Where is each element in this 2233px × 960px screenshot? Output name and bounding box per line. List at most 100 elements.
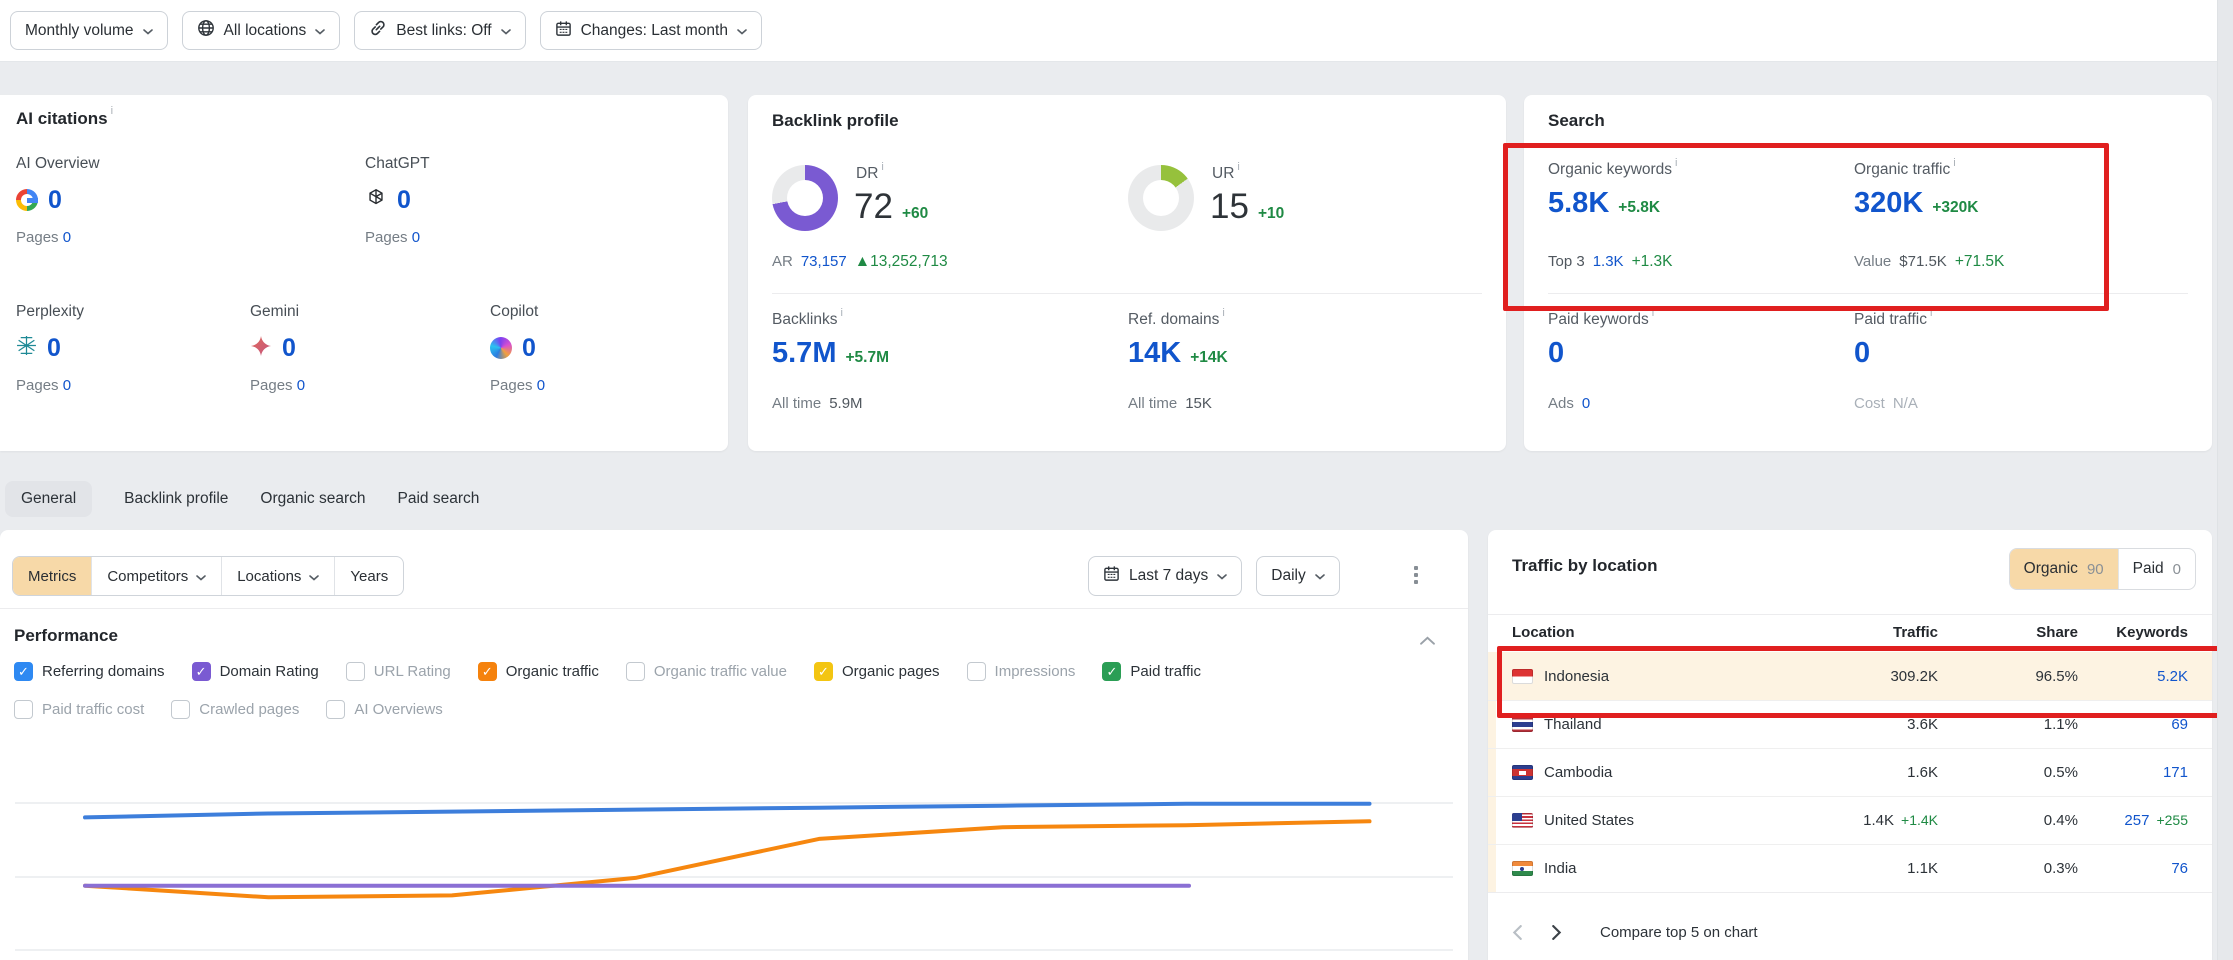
organic-keywords-subline: Top 31.3K+1.3K	[1548, 253, 1673, 271]
traffic-by-location-card: Traffic by location Organic90 Paid0 Loca…	[1488, 530, 2212, 960]
checkbox-paid-traffic-cost[interactable]: Paid traffic cost	[14, 700, 144, 719]
table-row-cambodia[interactable]: Cambodia 1.6K 0.5% 171	[1488, 748, 2212, 796]
compare-top5-label[interactable]: Compare top 5 on chart	[1600, 924, 1758, 941]
keywords-link[interactable]: 76	[2171, 860, 2188, 877]
pages-link[interactable]: 0	[63, 377, 71, 394]
page-next-chevron-right-icon[interactable]	[1552, 925, 1562, 940]
paid-keywords-label: Paid keywordsi	[1548, 311, 1654, 329]
backlinks-value: 5.7M+5.7M	[772, 337, 889, 370]
checkbox-referring-domains[interactable]: ✓Referring domains	[14, 662, 165, 681]
best-links-dropdown[interactable]: Best links: Off	[354, 11, 525, 50]
checkbox-domain-rating[interactable]: ✓Domain Rating	[192, 662, 319, 681]
metric-checkbox-row-1: ✓Referring domains ✓Domain Rating URL Ra…	[14, 662, 1201, 681]
organic-traffic-label: Organic traffici	[1854, 161, 1956, 179]
segment-competitors[interactable]: Competitors	[91, 557, 221, 595]
info-icon[interactable]: i	[840, 307, 842, 319]
vertical-scrollbar[interactable]	[2217, 0, 2233, 960]
info-icon[interactable]: i	[1237, 161, 1239, 173]
checkbox-organic-pages[interactable]: ✓Organic pages	[814, 662, 940, 681]
keywords-link[interactable]: 257	[2124, 812, 2149, 829]
checkbox-organic-traffic[interactable]: ✓Organic traffic	[478, 662, 599, 681]
changes-dropdown[interactable]: Changes: Last month	[540, 11, 762, 50]
tab-backlink-profile[interactable]: Backlink profile	[124, 490, 228, 508]
checkbox-ai-overviews[interactable]: AI Overviews	[326, 700, 442, 719]
copilot-icon	[490, 337, 512, 359]
gemini-metric: Gemini 0 Pages 0	[250, 303, 475, 394]
checkbox-paid-traffic[interactable]: ✓Paid traffic	[1102, 662, 1201, 681]
ref-domains-alltime: All time15K	[1128, 395, 1212, 412]
changes-label: Changes: Last month	[581, 22, 728, 40]
ur-donut	[1128, 165, 1194, 231]
organic-traffic-subline: Value$71.5K+71.5K	[1854, 253, 2004, 271]
ar-line: AR73,157▲13,252,713	[772, 253, 948, 271]
section-tabs: General Backlink profile Organic search …	[5, 478, 479, 520]
segment-metrics[interactable]: Metrics	[13, 557, 91, 595]
best-links-label: Best links: Off	[396, 22, 491, 40]
organic-keywords-value: 5.8K+5.8K	[1548, 187, 1660, 220]
divider	[1548, 293, 2188, 294]
segment-locations[interactable]: Locations	[221, 557, 334, 595]
pages-link[interactable]: 0	[537, 377, 545, 394]
backlinks-label: Backlinksi	[772, 311, 843, 329]
ref-domains-label: Ref. domainsi	[1128, 311, 1225, 329]
page-prev-chevron-left-icon[interactable]	[1512, 925, 1522, 940]
table-row-indonesia[interactable]: Indonesia 309.2K 96.5% 5.2K	[1488, 652, 2212, 700]
info-icon[interactable]: i	[1222, 307, 1224, 319]
pages-link[interactable]: 0	[412, 229, 420, 246]
info-icon[interactable]: i	[111, 105, 113, 117]
monthly-volume-label: Monthly volume	[25, 22, 134, 40]
dashboard: Monthly volume All locations Best links:…	[0, 0, 2233, 960]
perplexity-metric: Perplexity 0 Pages 0	[16, 303, 241, 394]
organic-keywords-label: Organic keywordsi	[1548, 161, 1678, 179]
table-row-thailand[interactable]: Thailand 3.6K 1.1% 69	[1488, 700, 2212, 748]
table-row-india[interactable]: India 1.1K 0.3% 76	[1488, 844, 2212, 892]
checkbox-organic-traffic-value[interactable]: Organic traffic value	[626, 662, 787, 681]
organic-traffic-value: 320K+320K	[1854, 187, 1978, 220]
date-range-dropdown[interactable]: Last 7 days	[1088, 556, 1242, 596]
top3-link[interactable]: 1.3K	[1593, 253, 1624, 270]
date-range-label: Last 7 days	[1129, 567, 1208, 585]
granularity-dropdown[interactable]: Daily	[1256, 556, 1339, 596]
location-table-header: Location Traffic Share Keywords	[1488, 624, 2212, 641]
pages-link[interactable]: 0	[63, 229, 71, 246]
tab-paid-search[interactable]: Paid search	[398, 490, 480, 508]
keywords-link[interactable]: 69	[2171, 716, 2188, 733]
locations-dropdown[interactable]: All locations	[182, 11, 341, 50]
chatgpt-metric: ChatGPT 0 Pages 0	[365, 155, 590, 246]
ar-link[interactable]: 73,157	[801, 253, 847, 270]
info-icon[interactable]: i	[1652, 307, 1654, 319]
more-options-kebab-icon[interactable]	[1406, 560, 1426, 590]
checkbox-impressions[interactable]: Impressions	[967, 662, 1076, 681]
ref-domains-value: 14K+14K	[1128, 337, 1228, 370]
divider	[1488, 614, 2212, 615]
chart-date-controls: Last 7 days Daily	[1088, 556, 1340, 596]
chevron-down-icon	[1217, 567, 1227, 585]
divider	[0, 608, 1468, 609]
info-icon[interactable]: i	[1930, 307, 1932, 319]
toggle-organic[interactable]: Organic90	[2010, 549, 2118, 589]
dr-value: 72+60	[854, 187, 928, 227]
info-icon[interactable]: i	[1953, 157, 1955, 169]
chevron-down-icon	[309, 568, 319, 585]
collapse-chevron-up-icon[interactable]	[1420, 632, 1435, 650]
chart-line-referring-domains	[85, 804, 1370, 818]
keywords-link[interactable]: 171	[2163, 764, 2188, 781]
segment-years[interactable]: Years	[334, 557, 403, 595]
pages-link[interactable]: 0	[297, 377, 305, 394]
metric-checkbox-row-2: Paid traffic cost Crawled pages AI Overv…	[14, 700, 443, 719]
toggle-paid[interactable]: Paid0	[2118, 549, 2195, 589]
tab-general[interactable]: General	[5, 481, 92, 517]
checkbox-url-rating[interactable]: URL Rating	[346, 662, 451, 681]
monthly-volume-dropdown[interactable]: Monthly volume	[10, 11, 168, 50]
globe-icon	[197, 19, 215, 42]
paid-traffic-value: 0	[1854, 337, 1870, 370]
tab-organic-search[interactable]: Organic search	[260, 490, 365, 508]
performance-title: Performance	[14, 626, 118, 646]
keywords-link[interactable]: 5.2K	[2157, 668, 2188, 685]
info-icon[interactable]: i	[1675, 157, 1677, 169]
checkbox-crawled-pages[interactable]: Crawled pages	[171, 700, 299, 719]
chevron-down-icon	[143, 22, 153, 40]
ads-link[interactable]: 0	[1582, 395, 1590, 412]
info-icon[interactable]: i	[881, 161, 883, 173]
table-row-united-states[interactable]: United States 1.4K+1.4K 0.4% 257+255	[1488, 796, 2212, 844]
